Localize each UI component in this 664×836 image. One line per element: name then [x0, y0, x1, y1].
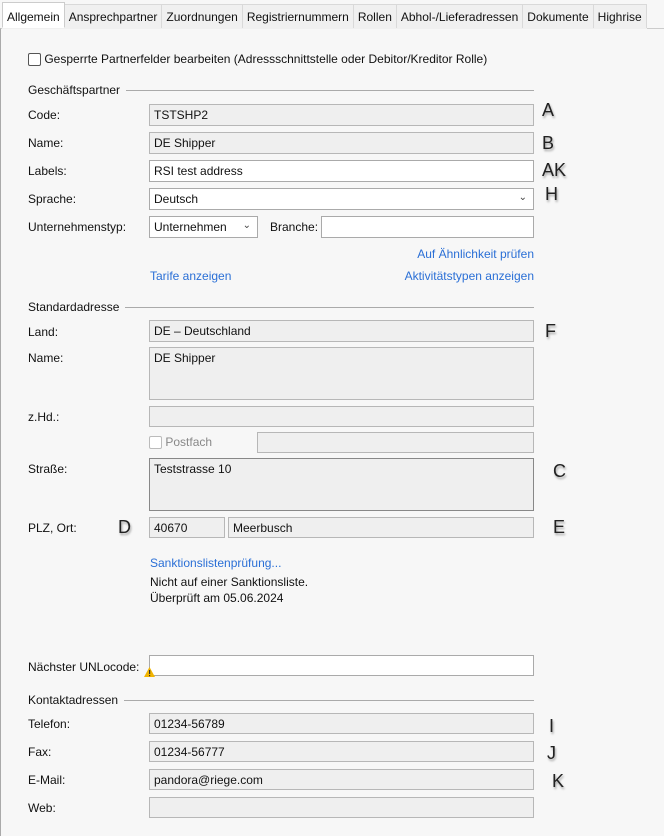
pobox-checkbox[interactable]: Postfach [149, 435, 213, 450]
unlocode-label: Nächster UNLocode: [28, 660, 140, 674]
marker-e: E [553, 517, 566, 537]
language-value: Deutsch [154, 192, 199, 206]
checkbox-box[interactable] [149, 436, 162, 450]
locked-fields-checkbox[interactable]: Gesperrte Partnerfelder bearbeiten (Adre… [28, 52, 488, 67]
fax-label: Fax: [28, 745, 52, 759]
tab-rollen[interactable]: Rollen [353, 4, 397, 28]
zip-city-label: PLZ, Ort: [28, 521, 77, 535]
branch-label: Branche: [270, 220, 319, 234]
branch-field[interactable] [321, 216, 534, 238]
code-field[interactable]: TSTSHP2 [149, 104, 534, 126]
attn-label: z.Hd.: [28, 410, 60, 424]
divider [126, 89, 534, 91]
divider [125, 306, 534, 308]
address-name-label: Name: [28, 351, 64, 365]
language-select[interactable]: Deutsch ⌄ [149, 188, 534, 210]
similarity-check-link[interactable]: Auf Ähnlichkeit prüfen [417, 247, 534, 261]
web-label: Web: [28, 801, 56, 815]
section-partner: Geschäftspartner [28, 83, 534, 97]
pobox-label: Postfach [165, 435, 213, 449]
company-type-select[interactable]: Unternehmen ⌄ [149, 216, 258, 238]
unlocode-field[interactable] [149, 655, 534, 676]
warning-icon [144, 667, 155, 677]
tab-dokumente[interactable]: Dokumente [523, 4, 594, 28]
address-name-field[interactable]: DE Shipper [149, 347, 534, 400]
sanctions-check-link[interactable]: Sanktionslistenprüfung... [150, 556, 281, 570]
company-type-value: Unternehmen [154, 220, 227, 234]
email-label: E-Mail: [28, 773, 66, 787]
city-field[interactable]: Meerbusch [228, 517, 534, 538]
tariffs-link[interactable]: Tarife anzeigen [150, 269, 231, 283]
sanctions-checked-date: Überprüft am 05.06.2024 [150, 591, 284, 605]
country-label: Land: [28, 325, 59, 339]
phone-label: Telefon: [28, 717, 71, 731]
fax-field[interactable]: 01234-56777 [149, 741, 534, 762]
web-field[interactable] [149, 797, 534, 818]
sanctions-status: Nicht auf einer Sanktionsliste. [150, 575, 309, 589]
email-field[interactable]: pandora@riege.com [149, 769, 534, 790]
zip-field[interactable]: 40670 [149, 517, 225, 538]
name-label: Name: [28, 136, 64, 150]
language-label: Sprache: [28, 192, 77, 206]
tab-highrise[interactable]: Highrise [593, 4, 647, 28]
section-title: Standardadresse [28, 300, 120, 314]
marker-ak: AK [542, 160, 567, 180]
marker-i: I [549, 716, 555, 736]
chevron-down-icon: ⌄ [242, 220, 251, 231]
marker-j: J [547, 743, 556, 763]
company-type-label: Unternehmenstyp: [28, 220, 127, 234]
labels-field[interactable]: RSI test address [149, 160, 534, 182]
section-title: Kontaktadressen [28, 693, 119, 707]
tab-lieferadressen[interactable]: Abhol-/Lieferadressen [396, 4, 524, 28]
marker-h: H [545, 184, 558, 204]
checkbox-box[interactable] [28, 53, 41, 67]
labels-label: Labels: [28, 164, 67, 178]
chevron-down-icon: ⌄ [518, 192, 527, 203]
tab-zuordnungen[interactable]: Zuordnungen [162, 4, 243, 28]
tab-bar: Allgemein Ansprechpartner Zuordnungen Re… [2, 2, 647, 29]
activity-types-link[interactable]: Aktivitätstypen anzeigen [405, 269, 534, 283]
name-field[interactable]: DE Shipper [149, 132, 534, 154]
street-field[interactable]: Teststrasse 10 [149, 458, 534, 511]
tab-allgemein[interactable]: Allgemein [2, 2, 65, 28]
street-label: Straße: [28, 462, 68, 476]
attn-field[interactable] [149, 406, 534, 427]
tab-ansprechpartner[interactable]: Ansprechpartner [64, 4, 163, 28]
country-field[interactable]: DE – Deutschland [149, 320, 534, 342]
divider [124, 699, 534, 701]
marker-d: D [118, 517, 131, 537]
marker-b: B [542, 133, 555, 153]
section-address: Standardadresse [28, 300, 534, 314]
marker-f: F [545, 321, 556, 341]
marker-c: C [553, 461, 566, 481]
checkbox-label: Gesperrte Partnerfelder bearbeiten (Adre… [44, 52, 488, 66]
code-label: Code: [28, 108, 61, 122]
section-title: Geschäftspartner [28, 83, 121, 97]
tab-registriernummern[interactable]: Registriernummern [242, 4, 354, 28]
marker-k: K [552, 771, 565, 791]
pobox-field[interactable] [257, 432, 534, 453]
phone-field[interactable]: 01234-56789 [149, 713, 534, 734]
section-contact: Kontaktadressen [28, 693, 534, 707]
marker-a: A [542, 100, 555, 120]
